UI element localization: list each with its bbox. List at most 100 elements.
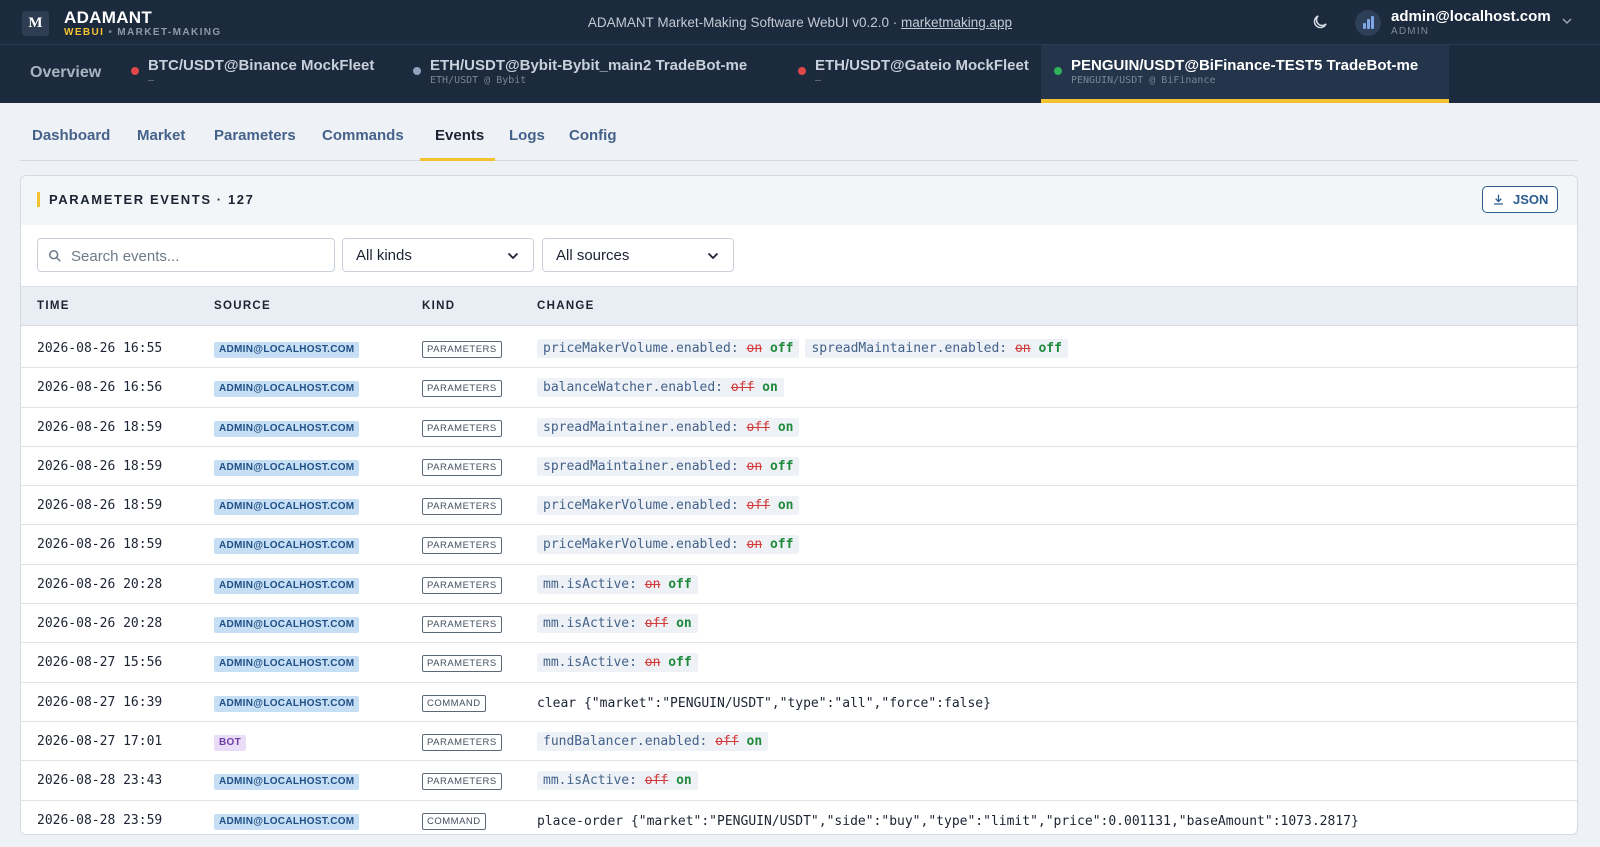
old-value: off xyxy=(730,380,755,396)
search-icon xyxy=(48,249,61,262)
chevron-down-icon[interactable] xyxy=(1561,15,1573,27)
change-key: priceMakerVolume.enabled: xyxy=(543,537,739,553)
tab-commands[interactable]: Commands xyxy=(322,127,404,144)
top-bar: M ADAMANT WEBUI • MARKET-MAKING ADAMANT Ma… xyxy=(0,0,1600,45)
bot-tab[interactable]: ETH/USDT@Bybit-Bybit_main2 TradeBot-me ET… xyxy=(413,45,773,103)
table-row[interactable]: 2026-08-27 15:56 ADMIN@LOCALHOST.COM PARAM… xyxy=(21,643,1577,683)
change-key: fundBalancer.enabled: xyxy=(543,733,708,749)
bot-tab-title: PENGUIN/USDT@BiFinance-TEST5 TradeBot-me xyxy=(1071,57,1419,74)
source-badge: ADMIN@LOCALHOST.COM xyxy=(214,420,360,437)
change-key: mm.isActive: xyxy=(543,576,637,592)
kind-badge: PARAMETERS xyxy=(422,537,502,555)
table-row[interactable]: 2026-08-28 23:43 ADMIN@LOCALHOST.COM PARAM… xyxy=(21,761,1577,801)
change-list: mm.isActive: off on xyxy=(537,614,704,634)
json-download-button[interactable]: JSON xyxy=(1482,186,1558,213)
source-select[interactable]: All sources xyxy=(542,238,734,272)
kind-badge: PARAMETERS xyxy=(422,576,502,594)
change-key: spreadMaintainer.enabled: xyxy=(543,458,739,474)
old-value: off xyxy=(746,419,770,435)
kind-badge: COMMAND xyxy=(422,694,486,712)
kind-badge: PARAMETERS xyxy=(422,458,502,476)
change-list: mm.isActive: on off xyxy=(537,653,704,673)
search-input[interactable] xyxy=(71,246,321,266)
change-list: spreadMaintainer.enabled: on off xyxy=(537,456,805,476)
bot-tab-title: BTC/USDT@Binance MockFleet xyxy=(148,57,375,74)
table-row[interactable]: 2026-08-26 18:59 ADMIN@LOCALHOST.COM PARAM… xyxy=(21,486,1577,526)
source-badge: ADMIN@LOCALHOST.COM xyxy=(214,695,360,712)
tab-logs[interactable]: Logs xyxy=(509,127,545,144)
app-title-link[interactable]: marketmaking.app xyxy=(901,15,1012,30)
column-header-source[interactable]: SOURCE xyxy=(214,300,271,312)
old-value: off xyxy=(715,733,739,749)
app-title-text: ADAMANT Market-Making Software WebUI v0.… xyxy=(587,15,902,30)
bot-tab-subtitle: — xyxy=(815,75,822,86)
table-row[interactable]: 2026-08-26 18:59 ADMIN@LOCALHOST.COM PARAM… xyxy=(21,525,1577,565)
change-chip: mm.isActive: off on xyxy=(537,614,698,634)
source-badge: ADMIN@LOCALHOST.COM xyxy=(214,577,360,594)
user-email[interactable]: admin@localhost.com xyxy=(1391,8,1551,25)
new-value: on xyxy=(777,419,794,435)
overview-tab[interactable]: Overview xyxy=(30,64,101,82)
column-header-time[interactable]: TIME xyxy=(37,300,70,312)
tab-market[interactable]: Market xyxy=(137,127,185,144)
event-time: 2026-08-26 16:55 xyxy=(37,341,163,356)
kind-badge: PARAMETERS xyxy=(422,419,502,437)
table-row[interactable]: 2026-08-26 16:56 ADMIN@LOCALHOST.COM PARAM… xyxy=(21,368,1577,408)
tab-config[interactable]: Config xyxy=(569,127,616,144)
table-row[interactable]: 2026-08-27 17:01 BOT PARAMETERS fundBalance… xyxy=(21,722,1577,762)
change-list: balanceWatcher.enabled: off on xyxy=(537,378,790,398)
table-row[interactable]: 2026-08-28 23:59 ADMIN@LOCALHOST.COM COMMA… xyxy=(21,801,1577,834)
change-key: spreadMaintainer.enabled: xyxy=(543,419,739,435)
change-chip: spreadMaintainer.enabled: on off xyxy=(537,456,800,476)
event-time: 2026-08-28 23:43 xyxy=(37,773,163,789)
old-value: off xyxy=(746,498,770,514)
bot-tab[interactable]: PENGUIN/USDT@BiFinance-TEST5 TradeBot-me… xyxy=(1041,45,1449,103)
section-tabs: Dashboard Market Parameters Commands Events L… xyxy=(20,103,1578,161)
new-value: on xyxy=(676,616,692,632)
column-header-change[interactable]: CHANGE xyxy=(537,300,595,312)
change-list: mm.isActive: on off xyxy=(537,574,704,594)
status-dot xyxy=(1054,67,1062,75)
old-value: on xyxy=(746,341,763,356)
kind-badge: PARAMETERS xyxy=(422,498,502,516)
kind-badge: COMMAND xyxy=(422,812,486,830)
avatar[interactable] xyxy=(1355,10,1381,36)
moon-icon[interactable] xyxy=(1311,13,1329,31)
panel-accent xyxy=(37,192,40,207)
change-chip: priceMakerVolume.enabled: on off xyxy=(537,535,800,555)
event-time: 2026-08-27 15:56 xyxy=(37,655,163,671)
table-row[interactable]: 2026-08-26 18:59 ADMIN@LOCALHOST.COM PARAM… xyxy=(21,408,1577,447)
tab-events[interactable]: Events xyxy=(435,127,484,144)
column-header-kind[interactable]: KIND xyxy=(422,300,455,312)
bot-tab-subtitle: PENGUIN/USDT @ BiFinance xyxy=(1071,75,1216,86)
active-tab-indicator xyxy=(420,158,495,161)
change-list: mm.isActive: off on xyxy=(537,771,704,791)
table-row[interactable]: 2026-08-26 16:55 ADMIN@LOCALHOST.COM PARAM… xyxy=(21,329,1577,369)
search-box[interactable] xyxy=(37,238,335,272)
table-row[interactable]: 2026-08-27 16:39 ADMIN@LOCALHOST.COM COMMA… xyxy=(21,683,1577,722)
new-value: off xyxy=(668,576,692,592)
table-row[interactable]: 2026-08-26 20:28 ADMIN@LOCALHOST.COM PARAM… xyxy=(21,565,1577,605)
change-chip: mm.isActive: on off xyxy=(537,653,698,673)
new-value: off xyxy=(1038,341,1062,356)
panel-header: PARAMETER EVENTS · 127 JSON xyxy=(21,176,1577,225)
change-key: spreadMaintainer.enabled: xyxy=(811,341,1008,356)
change-chip: priceMakerVolume.enabled: off on xyxy=(537,496,800,516)
tab-dashboard[interactable]: Dashboard xyxy=(32,127,110,144)
kind-badge: PARAMETERS xyxy=(422,655,502,673)
change-key: mm.isActive: xyxy=(543,655,637,671)
new-value: on xyxy=(762,380,778,396)
change-list: spreadMaintainer.enabled: off on xyxy=(537,417,805,437)
user-role: ADMIN xyxy=(1391,26,1430,37)
event-time: 2026-08-26 18:59 xyxy=(37,419,163,435)
change-key: priceMakerVolume.enabled: xyxy=(543,498,739,514)
change-key: priceMakerVolume.enabled: xyxy=(543,341,739,356)
kind-select[interactable]: All kinds xyxy=(342,238,534,272)
change-chip: mm.isActive: on off xyxy=(537,574,698,594)
table-row[interactable]: 2026-08-26 18:59 ADMIN@LOCALHOST.COM PARAM… xyxy=(21,447,1577,487)
new-value: off xyxy=(769,537,794,553)
table-row[interactable]: 2026-08-26 20:28 ADMIN@LOCALHOST.COM PARAM… xyxy=(21,604,1577,644)
tab-parameters[interactable]: Parameters xyxy=(214,127,296,144)
old-value: on xyxy=(746,458,763,474)
change-list: fundBalancer.enabled: off on xyxy=(537,731,774,751)
